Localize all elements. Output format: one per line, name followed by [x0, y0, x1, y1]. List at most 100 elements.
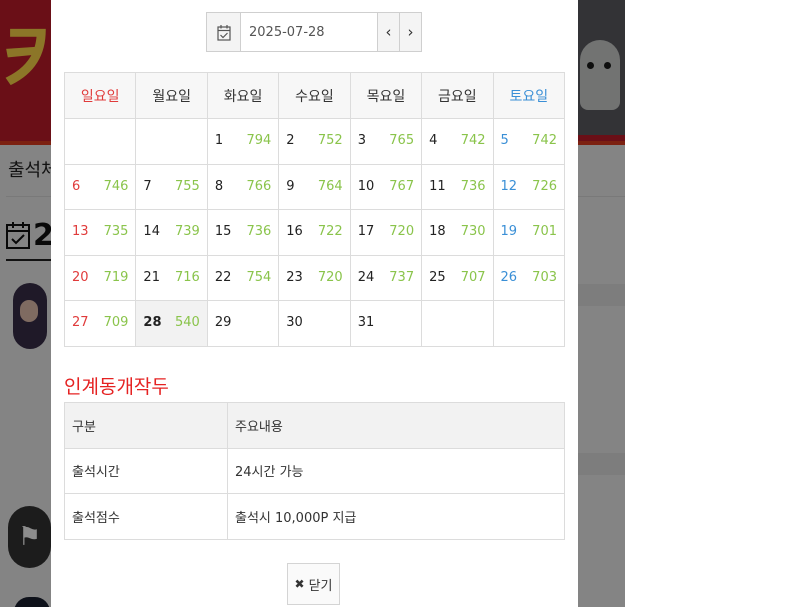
calendar-day-cell[interactable]: 21 716 — [135, 254, 208, 301]
calendar-day-cell[interactable]: 28 540 — [135, 300, 208, 347]
table-row: 출석시간 24시간 가능 — [64, 447, 565, 494]
day-number: 25 — [429, 269, 446, 285]
day-number: 31 — [357, 315, 375, 330]
day-number: 22 — [214, 269, 232, 285]
calendar-day-cell[interactable]: 25 707 — [421, 254, 494, 301]
weekday-wednesday: 수요일 — [278, 72, 351, 119]
calendar-week-row: 6 746 7 755 8 766 9 764 10 767 11 736 12 726 — [63, 163, 566, 210]
day-number: 21 — [143, 269, 160, 285]
day-number: 4 — [429, 133, 438, 148]
calendar-day-cell[interactable]: 10 767 — [349, 163, 423, 210]
attendance-count: 742 — [460, 133, 486, 148]
attendance-count: 754 — [246, 269, 272, 285]
rules-cell: 24시간 가능 — [227, 447, 565, 494]
attendance-count: 746 — [103, 178, 129, 194]
day-number: 14 — [143, 224, 160, 239]
attendance-count: 755 — [175, 178, 200, 194]
attendance-count: 722 — [317, 224, 343, 239]
attendance-count: 709 — [103, 315, 129, 330]
calendar-day-cell[interactable]: 2 752 — [278, 118, 351, 165]
calendar-day-cell[interactable]: 11 736 — [421, 163, 494, 210]
day-number: 6 — [72, 178, 81, 194]
day-number: 27 — [72, 315, 89, 330]
attendance-count: 720 — [317, 269, 343, 285]
calendar-day-cell[interactable]: 19 701 — [492, 209, 566, 256]
day-number: 23 — [286, 269, 303, 285]
attendance-count: 730 — [460, 224, 486, 239]
table-row: 출석점수 출석시 10,000P 지급 — [64, 493, 565, 540]
attendance-count: 540 — [175, 315, 200, 330]
attendance-count: 726 — [532, 178, 557, 194]
day-number: 15 — [214, 224, 232, 239]
calendar-day-cell[interactable]: 15 736 — [206, 209, 280, 256]
calendar-day-cell[interactable]: 24 737 — [349, 254, 423, 301]
attendance-count: 719 — [103, 269, 129, 285]
calendar-week-row: 27 709 28 540 29 30 31 — [63, 300, 566, 347]
next-month-button[interactable]: › — [399, 13, 421, 51]
calendar-day-cell[interactable]: 29 — [206, 300, 280, 347]
day-number: 28 — [143, 315, 162, 330]
calendar-week-row: 13 735 14 739 15 736 16 722 17 720 18 730 19 701 — [63, 209, 566, 256]
calendar-day-cell[interactable]: 27 709 — [63, 300, 137, 347]
day-number: 10 — [357, 178, 375, 194]
day-number: 13 — [72, 224, 89, 239]
calendar-day-cell[interactable]: 26 703 — [492, 254, 566, 301]
day-number: 9 — [286, 178, 295, 194]
attendance-count: 764 — [317, 178, 343, 194]
attendance-count: 716 — [175, 269, 200, 285]
day-number: 7 — [143, 178, 152, 194]
calendar-day-cell[interactable]: 22 754 — [206, 254, 280, 301]
rules-cell: 출석시간 — [64, 447, 228, 494]
day-number: 12 — [500, 178, 518, 194]
calendar-empty-cell — [421, 300, 494, 347]
calendar-day-cell[interactable]: 1 794 — [206, 118, 280, 165]
calendar-day-cell[interactable]: 8 766 — [206, 163, 280, 210]
day-number: 16 — [286, 224, 303, 239]
weekday-header-row: 일요일 월요일 화요일 수요일 목요일 금요일 토요일 — [63, 72, 566, 119]
calendar-day-cell[interactable]: 23 720 — [278, 254, 351, 301]
close-icon: ✖ — [294, 577, 305, 591]
calendar-day-cell[interactable]: 13 735 — [63, 209, 137, 256]
calendar-day-cell[interactable]: 16 722 — [278, 209, 351, 256]
rules-header-content: 주요내용 — [227, 402, 565, 449]
day-number: 3 — [357, 133, 366, 148]
calendar-check-icon[interactable] — [207, 13, 241, 51]
day-number: 20 — [72, 269, 89, 285]
calendar-day-cell[interactable]: 5 742 — [492, 118, 566, 165]
attendance-count: 737 — [389, 269, 415, 285]
attendance-count: 765 — [389, 133, 415, 148]
calendar-day-cell[interactable]: 20 719 — [63, 254, 137, 301]
calendar-empty-cell — [492, 300, 566, 347]
calendar-day-cell[interactable]: 30 — [278, 300, 351, 347]
day-number: 30 — [286, 315, 303, 330]
prev-month-button[interactable]: ‹ — [377, 13, 399, 51]
calendar-day-cell[interactable]: 18 730 — [421, 209, 494, 256]
calendar-empty-cell — [63, 118, 137, 165]
calendar-week-row: 20 719 21 716 22 754 23 720 24 737 25 707 26 703 — [63, 254, 566, 301]
calendar-day-cell[interactable]: 4 742 — [421, 118, 494, 165]
rules-header-row: 구분 주요내용 — [64, 402, 565, 449]
day-number: 17 — [357, 224, 375, 239]
calendar-day-cell[interactable]: 17 720 — [349, 209, 423, 256]
calendar-day-cell[interactable]: 14 739 — [135, 209, 208, 256]
close-button[interactable]: ✖ 닫기 — [287, 563, 340, 605]
attendance-count: 701 — [532, 224, 557, 239]
rules-title: 인계동개작두 — [64, 376, 169, 398]
calendar-day-cell[interactable]: 31 — [349, 300, 423, 347]
calendar-day-cell[interactable]: 7 755 — [135, 163, 208, 210]
day-number: 19 — [500, 224, 518, 239]
weekday-monday: 월요일 — [135, 72, 208, 119]
rules-cell: 출석점수 — [64, 493, 228, 540]
attendance-count: 703 — [532, 269, 557, 285]
attendance-count: 736 — [246, 224, 272, 239]
close-button-label: 닫기 — [308, 578, 333, 594]
calendar-day-cell[interactable]: 6 746 — [63, 163, 137, 210]
attendance-count: 736 — [460, 178, 486, 194]
date-input[interactable] — [241, 13, 377, 51]
attendance-count: 766 — [246, 178, 272, 194]
calendar-day-cell[interactable]: 12 726 — [492, 163, 566, 210]
attendance-count: 752 — [317, 133, 343, 148]
calendar-day-cell[interactable]: 9 764 — [278, 163, 351, 210]
calendar-day-cell[interactable]: 3 765 — [349, 118, 423, 165]
calendar-empty-cell — [135, 118, 208, 165]
